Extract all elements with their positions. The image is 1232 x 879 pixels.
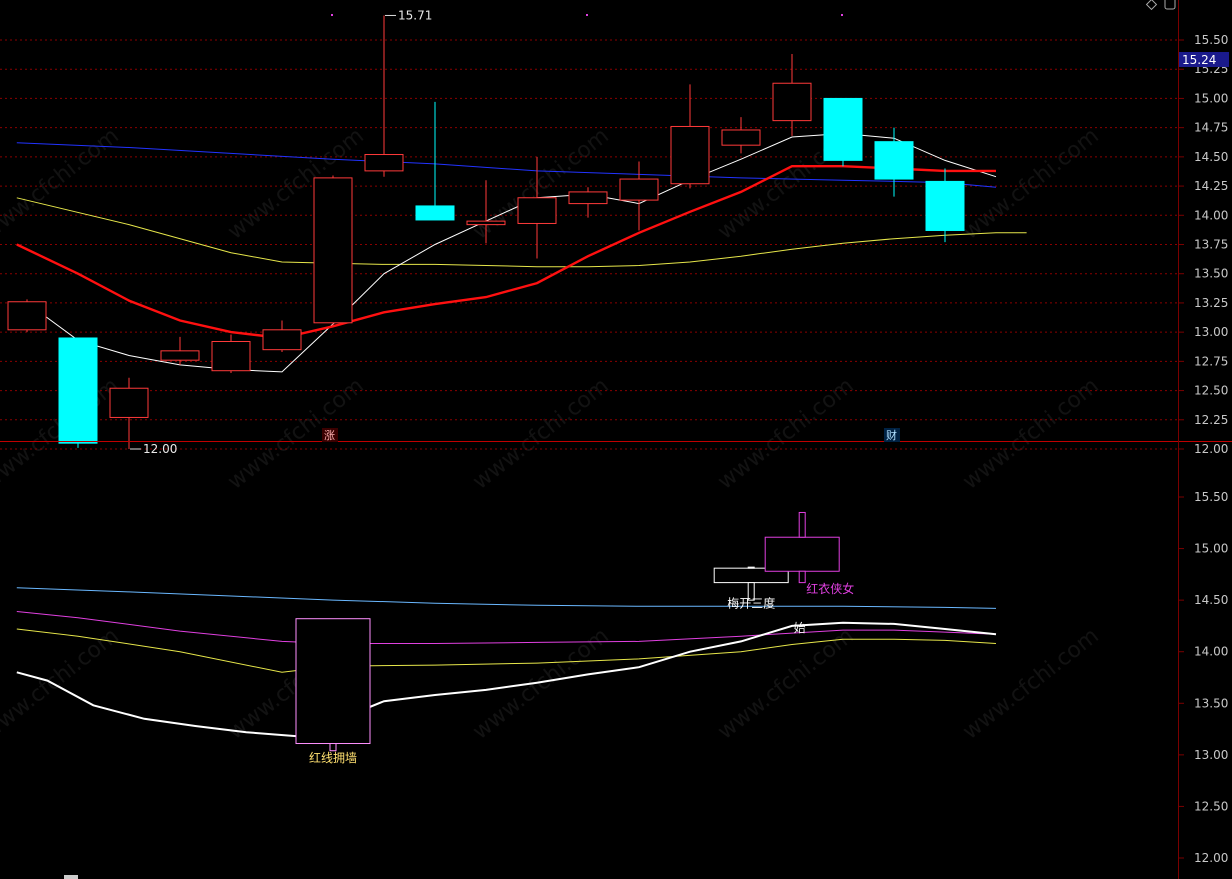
candle-body (364, 154, 404, 172)
y-tick-label: 14.50 (1194, 150, 1228, 164)
candle-body (466, 220, 506, 226)
candle-body (925, 180, 965, 231)
candle-body (568, 191, 608, 205)
pattern-wick (329, 743, 337, 752)
candle-body (160, 350, 200, 361)
y-tick-label: 15.00 (1194, 91, 1228, 105)
candle-body (772, 82, 812, 122)
y-tick-label: 14.00 (1194, 645, 1228, 659)
y-tick-label: 15.00 (1194, 542, 1228, 556)
y-tick-label: 15.50 (1194, 33, 1228, 47)
candle[interactable] (58, 337, 98, 448)
y-tick-label: 12.25 (1194, 413, 1228, 427)
y-tick-label: 15.50 (1194, 490, 1228, 504)
y-tick-label: 14.00 (1194, 208, 1228, 222)
y-tick-label: 13.50 (1194, 696, 1228, 710)
candle-body (517, 197, 557, 224)
candle-body (7, 301, 47, 331)
candle-body (619, 178, 659, 201)
price-annotation: 12.00 (143, 442, 177, 456)
pattern-body (764, 536, 840, 572)
candle-body (415, 205, 455, 221)
y-tick-label: 14.50 (1194, 593, 1228, 607)
y-tick-label: 13.75 (1194, 238, 1228, 252)
candle-body (313, 177, 353, 324)
y-tick-label: 14.25 (1194, 179, 1228, 193)
y-tick-label: 12.50 (1194, 384, 1228, 398)
candle-body (721, 129, 761, 146)
candle-body (874, 141, 914, 180)
y-tick-label: 13.25 (1194, 296, 1228, 310)
marker-zhang-text: 涨 (324, 429, 335, 442)
candle-body (58, 337, 98, 444)
pattern-body (295, 618, 371, 745)
pattern-wick (798, 511, 806, 538)
pattern-label: 红衣侠女 (806, 581, 854, 596)
pattern-label: 红线拥墙 (309, 750, 357, 765)
pattern-wick (747, 566, 755, 569)
candle[interactable] (823, 97, 863, 167)
pattern-label: 始 (794, 621, 806, 635)
candle-body (109, 387, 149, 418)
bottom-scrollbar[interactable] (64, 875, 78, 879)
candle-body (823, 97, 863, 161)
marker-cai: 财 (884, 428, 900, 442)
y-tick-label: 13.00 (1194, 748, 1228, 762)
pattern-label: 梅开三度 (727, 595, 775, 610)
y-tick-label: 12.50 (1194, 799, 1228, 813)
y-tick-label: 13.50 (1194, 267, 1228, 281)
price-annotation: 15.71 (398, 8, 432, 22)
candle-body (211, 340, 251, 372)
y-tick-label: 14.75 (1194, 121, 1228, 135)
candle-body (262, 329, 302, 351)
y-tick-label: 12.00 (1194, 442, 1228, 456)
chart-background (0, 0, 1232, 879)
y-tick-label: 12.75 (1194, 354, 1228, 368)
y-tick-label: 12.00 (1194, 851, 1228, 865)
marker-cai-text: 财 (886, 428, 897, 442)
candle-body (670, 125, 710, 185)
y-tick-label: 13.00 (1194, 325, 1228, 339)
pattern-candle[interactable] (295, 618, 371, 752)
pattern-wick (798, 570, 806, 584)
current-price-label: 15.24 (1182, 53, 1216, 67)
candle[interactable] (7, 299, 47, 333)
candle[interactable] (313, 175, 353, 326)
marker-zhang: 涨 (322, 428, 338, 442)
kline-chart[interactable]: www.cfchi.com www.cfchi.com www.cfchi.com w… (0, 0, 1232, 879)
